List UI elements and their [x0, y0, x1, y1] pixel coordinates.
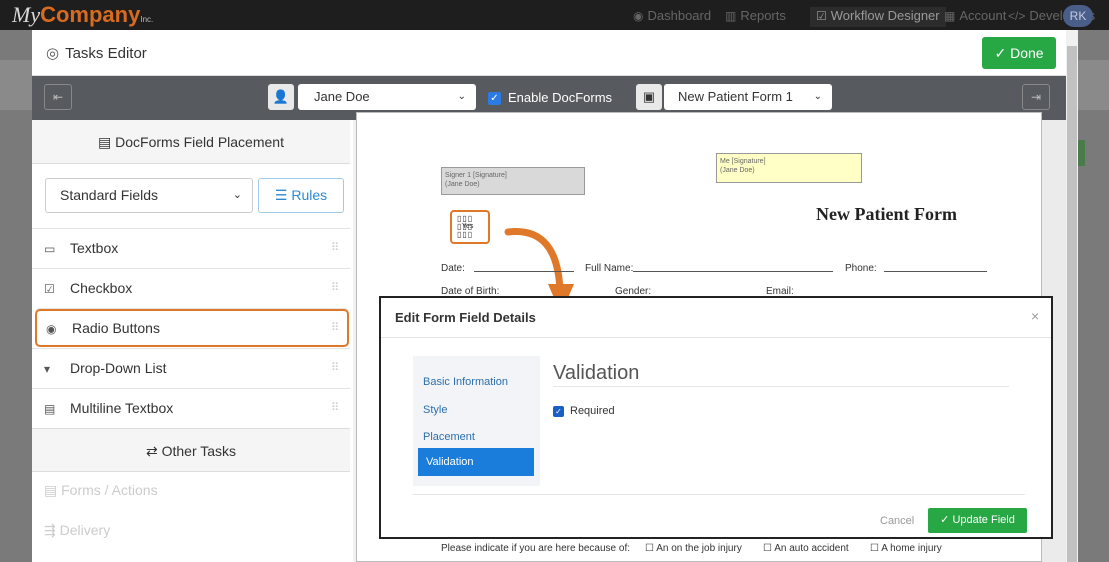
- forms-icon: ▤: [44, 482, 62, 498]
- checkbox-icon: ☐: [870, 543, 882, 554]
- tasks-icon: ◎: [46, 45, 60, 62]
- top-navbar: MyCompanyInc. ◉ Dashboard ▥ Reports ☑ Workf…: [0, 0, 1109, 30]
- phone-line: [884, 271, 987, 272]
- field-dropdown[interactable]: ▾ Drop-Down List ⠿: [32, 348, 350, 388]
- drag-handle-icon[interactable]: ⠿: [331, 389, 339, 428]
- dialog-nav: Basic Information Style Placement Valida…: [413, 356, 540, 486]
- drag-handle-icon[interactable]: ⠿: [331, 349, 339, 388]
- collapse-right-button[interactable]: ⇥: [1022, 84, 1050, 110]
- option-job-injury[interactable]: ☐ An on the job injury: [645, 543, 742, 554]
- checkbox-icon: ☑: [44, 282, 55, 296]
- radio-icon: ◉: [46, 322, 57, 336]
- required-checkbox[interactable]: ✓: [553, 406, 564, 417]
- tab-style[interactable]: Style: [423, 404, 447, 416]
- chart-icon: ▥: [725, 9, 737, 23]
- check-icon: ✓: [994, 45, 1011, 61]
- workflow-icon: ☑: [816, 9, 827, 23]
- edit-field-dialog: Edit Form Field Details × Basic Informat…: [379, 296, 1053, 539]
- drag-handle-icon[interactable]: ⠿: [331, 309, 339, 348]
- tab-basic-information[interactable]: Basic Information: [423, 376, 508, 388]
- form-select[interactable]: New Patient Form 1 ⌄: [664, 84, 832, 110]
- modal-title: ◎ Tasks Editor: [46, 45, 147, 62]
- dialog-header: Edit Form Field Details ×: [381, 298, 1051, 338]
- chevron-down-icon: ⌄: [457, 91, 466, 102]
- me-signature-field[interactable]: Me [Signature] (Jane Doe): [716, 153, 862, 183]
- field-set-select[interactable]: Standard Fields ⌄: [45, 178, 253, 213]
- docforms-section-header: ▤ DocForms Field Placement: [32, 120, 350, 164]
- nav-account[interactable]: ▦ Account: [944, 8, 1006, 23]
- field-multiline-textbox[interactable]: ▤ Multiline Textbox ⠿: [32, 388, 350, 428]
- signer1-signature-field[interactable]: Signer 1 [Signature] (Jane Doe): [441, 167, 585, 195]
- list-icon: ☰: [274, 187, 292, 203]
- cancel-button[interactable]: Cancel: [880, 515, 914, 527]
- full-name-label: Full Name:: [585, 263, 634, 274]
- field-checkbox[interactable]: ☑ Checkbox ⠿: [32, 268, 350, 308]
- option-home-injury[interactable]: ☐ A home injury: [870, 543, 942, 554]
- delivery-item: ⇶ Delivery: [44, 522, 111, 538]
- field-textbox[interactable]: ▭ Textbox ⠿: [32, 228, 350, 268]
- bottom-prompt: Please indicate if you are here because …: [441, 543, 631, 554]
- dropdown-icon: ▾: [44, 362, 51, 376]
- modal-scrollbar-thumb[interactable]: [1067, 46, 1077, 562]
- placed-radio-field[interactable]: ▯▯▯ ▯▯▯ ▯▯▯ Yes: [450, 210, 490, 244]
- drag-handle-icon[interactable]: ⠿: [331, 269, 339, 308]
- rules-button[interactable]: ☰ Rules: [258, 178, 344, 213]
- document-icon: ▤: [98, 134, 116, 150]
- user-avatar[interactable]: RK: [1063, 5, 1093, 27]
- checkbox-icon: ☐: [645, 543, 657, 554]
- date-label: Date:: [441, 263, 465, 274]
- done-button[interactable]: ✓ Done: [982, 37, 1056, 69]
- modal-header: ◎ Tasks Editor ✓ Done: [32, 30, 1066, 76]
- enable-docforms-label: Enable DocForms: [508, 90, 613, 105]
- drag-handle-icon[interactable]: ⠿: [331, 229, 339, 268]
- company-logo[interactable]: MyCompanyInc.: [12, 2, 153, 28]
- required-label: Required: [570, 405, 615, 417]
- forms-actions-item: ▤ Forms / Actions: [44, 482, 158, 498]
- form-title: New Patient Form: [816, 204, 957, 224]
- date-line: [474, 271, 574, 272]
- chevron-down-icon: ⌄: [813, 91, 822, 102]
- phone-label: Phone:: [845, 263, 877, 274]
- other-tasks-header: ⇄ Other Tasks: [32, 428, 350, 472]
- radio-field-label: Yes: [462, 223, 474, 230]
- nav-workflow-designer[interactable]: ☑ Workflow Designer: [810, 7, 946, 27]
- enable-docforms-checkbox[interactable]: ✓: [488, 92, 501, 105]
- validation-heading: Validation: [553, 362, 640, 384]
- collapse-left-icon: ⇤: [52, 90, 64, 104]
- field-radio-buttons[interactable]: ◉ Radio Buttons ⠿: [34, 308, 350, 348]
- tab-validation[interactable]: Validation: [418, 448, 534, 476]
- chevron-down-icon: ⌄: [232, 189, 242, 201]
- checkbox-icon: ☐: [763, 543, 775, 554]
- delivery-icon: ⇶: [44, 522, 60, 538]
- nav-reports[interactable]: ▥ Reports: [725, 8, 786, 23]
- update-field-button[interactable]: ✓ Update Field: [928, 508, 1027, 533]
- code-icon: </>: [1008, 9, 1026, 23]
- collapse-left-button[interactable]: ⇤: [44, 84, 72, 110]
- user-select[interactable]: Jane Doe ⌄: [298, 84, 476, 110]
- option-auto-accident[interactable]: ☐ An auto accident: [763, 543, 849, 554]
- multiline-icon: ▤: [44, 402, 56, 416]
- tab-placement[interactable]: Placement: [423, 431, 475, 443]
- nav-dashboard[interactable]: ◉ Dashboard: [633, 8, 711, 23]
- footer-divider: [413, 494, 1025, 495]
- field-sidebar: ▤ DocForms Field Placement Standard Fiel…: [32, 120, 363, 562]
- dialog-title: Edit Form Field Details: [395, 310, 536, 325]
- dashboard-icon: ◉: [633, 9, 644, 23]
- heading-divider: [553, 386, 1009, 387]
- building-icon: ▦: [944, 9, 956, 23]
- full-name-line: [633, 271, 833, 272]
- close-icon[interactable]: ×: [1031, 308, 1039, 324]
- textbox-icon: ▭: [44, 242, 56, 256]
- share-icon: ⇄: [145, 443, 162, 459]
- pdf-icon: ▣: [636, 84, 662, 110]
- check-icon: ✓: [940, 514, 953, 526]
- user-icon: 👤: [268, 84, 294, 110]
- collapse-right-icon: ⇥: [1030, 90, 1042, 104]
